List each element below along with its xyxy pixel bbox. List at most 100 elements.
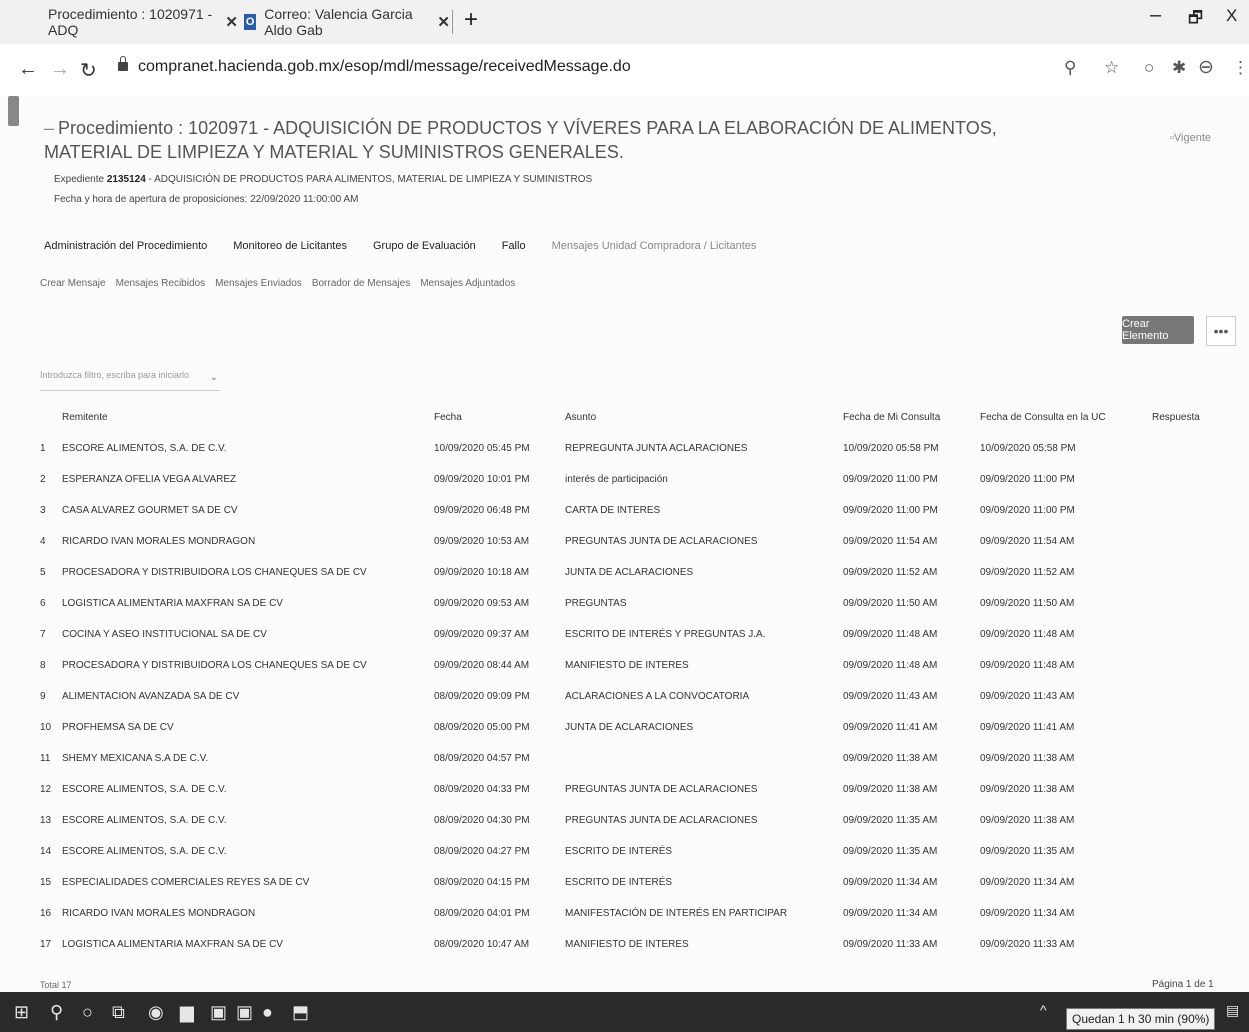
close-tab-icon[interactable]: ✕	[437, 13, 450, 31]
row-number: 12	[40, 784, 52, 795]
row-number: 1	[40, 443, 46, 454]
close-tab-icon[interactable]: ✕	[225, 13, 238, 31]
filter-input[interactable]: Introduzca filtro, escriba para iniciarl…	[40, 370, 220, 391]
table-row[interactable]: 9 ALIMENTACION AVANZADA SA DE CV 08/09/202…	[0, 691, 1249, 722]
header-asunto[interactable]: Asunto	[565, 412, 596, 423]
table-row[interactable]: 5 PROCESADORA Y DISTRIBUIDORA LOS CHANEQU…	[0, 567, 1249, 598]
table-row[interactable]: 12 ESCORE ALIMENTOS, S.A. DE C.V. 08/09/20…	[0, 784, 1249, 815]
search-icon[interactable]: ⚲	[50, 1002, 63, 1023]
cell-mi-consulta: 09/09/2020 11:34 AM	[843, 877, 938, 888]
subnav-enviados[interactable]: Mensajes Enviados	[215, 278, 302, 289]
cell-mi-consulta: 09/09/2020 11:38 AM	[843, 753, 938, 764]
expediente-number: 2135124	[106, 174, 146, 185]
cell-remitente: ESCORE ALIMENTOS, S.A. DE C.V.	[62, 815, 227, 826]
row-number: 14	[40, 846, 52, 857]
more-options-button[interactable]: •••	[1206, 316, 1236, 346]
scrollbar-thumb[interactable]	[8, 96, 19, 126]
table-row[interactable]: 15 ESPECIALIDADES COMERCIALES REYES SA DE…	[0, 877, 1249, 908]
table-row[interactable]: 16 RICARDO IVAN MORALES MONDRAGON 08/09/20…	[0, 908, 1249, 939]
table-row[interactable]: 8 PROCESADORA Y DISTRIBUIDORA LOS CHANEQU…	[0, 660, 1249, 691]
table-row[interactable]: 6 LOGISTICA ALIMENTARIA MAXFRAN SA DE CV 0…	[0, 598, 1249, 629]
subnav-adjuntados[interactable]: Mensajes Adjuntados	[420, 278, 515, 289]
row-number: 10	[40, 722, 52, 733]
cell-consulta-uc: 09/09/2020 11:00 PM	[980, 505, 1075, 516]
cell-consulta-uc: 09/09/2020 11:48 AM	[980, 629, 1075, 640]
cell-remitente: PROCESADORA Y DISTRIBUIDORA LOS CHANEQUE…	[62, 567, 367, 578]
close-window-icon[interactable]: X	[1226, 6, 1237, 26]
table-row[interactable]: 3 CASA ALVAREZ GOURMET SA DE CV 09/09/2020…	[0, 505, 1249, 536]
cell-remitente: LOGISTICA ALIMENTARIA MAXFRAN SA DE CV	[62, 939, 283, 950]
cell-asunto: PREGUNTAS	[565, 598, 627, 609]
chevron-down-icon[interactable]: ⌄	[210, 372, 218, 383]
new-tab-icon[interactable]: +	[464, 6, 478, 34]
table-row[interactable]: 17 LOGISTICA ALIMENTARIA MAXFRAN SA DE CV…	[0, 939, 1249, 970]
cell-fecha: 10/09/2020 05:45 PM	[434, 443, 530, 454]
header-mi-consulta[interactable]: Fecha de Mi Consulta	[843, 412, 940, 423]
subnav-borrador[interactable]: Borrador de Mensajes	[312, 278, 410, 289]
status-badge: ▫Vigente	[1170, 132, 1212, 144]
subnav-recibidos[interactable]: Mensajes Recibidos	[116, 278, 206, 289]
bookmark-star-icon[interactable]: ☆	[1104, 58, 1119, 78]
row-number: 15	[40, 877, 52, 888]
task-view-icon[interactable]: ⧉	[112, 1002, 125, 1023]
row-number: 5	[40, 567, 46, 578]
subnav-crear-mensaje[interactable]: Crear Mensaje	[40, 278, 106, 289]
header-remitente[interactable]: Remitente	[62, 412, 108, 423]
table-row[interactable]: 13 ESCORE ALIMENTOS, S.A. DE C.V. 08/09/20…	[0, 815, 1249, 846]
table-row[interactable]: 11 SHEMY MEXICANA S.A DE C.V. 08/09/2020 0…	[0, 753, 1249, 784]
cell-remitente: ESPERANZA OFELIA VEGA ALVAREZ	[62, 474, 237, 485]
header-consulta-uc[interactable]: Fecha de Consulta en la UC	[980, 412, 1106, 423]
table-row[interactable]: 2 ESPERANZA OFELIA VEGA ALVAREZ 09/09/2020…	[0, 474, 1249, 505]
back-icon[interactable]: ←	[18, 58, 38, 81]
menu-icon[interactable]: ⋮	[1232, 58, 1249, 78]
table-row[interactable]: 4 RICARDO IVAN MORALES MONDRAGON 09/09/202…	[0, 536, 1249, 567]
tab-procedimiento[interactable]: Procedimiento : 1020971 - ADQ ✕	[48, 6, 238, 38]
url-field[interactable]: compranet.hacienda.gob.mx/esop/mdl/messa…	[138, 58, 631, 76]
reload-icon[interactable]: ↻	[80, 58, 97, 83]
table-row[interactable]: 14 ESCORE ALIMENTOS, S.A. DE C.V. 08/09/20…	[0, 846, 1249, 877]
cell-remitente: ESCORE ALIMENTOS, S.A. DE C.V.	[62, 443, 227, 454]
row-number: 16	[40, 908, 52, 919]
nav-fallo[interactable]: Fallo	[502, 240, 526, 252]
app-icon[interactable]: ●	[262, 1002, 273, 1023]
file-explorer-icon[interactable]: ▆	[180, 1002, 194, 1023]
cell-remitente: ESCORE ALIMENTOS, S.A. DE C.V.	[62, 784, 227, 795]
notifications-icon[interactable]: ▤	[1226, 1002, 1239, 1019]
minimize-icon[interactable]: –	[1150, 4, 1161, 27]
tab-correo[interactable]: O Correo: Valencia Garcia Aldo Gab ✕	[244, 6, 450, 38]
windows-start-icon[interactable]: ⊞	[14, 1002, 29, 1023]
nav-mensajes[interactable]: Mensajes Unidad Compradora / Licitantes	[552, 240, 757, 252]
header-respuesta[interactable]: Respuesta	[1152, 412, 1200, 423]
cell-asunto: REPREGUNTA JUNTA ACLARACIONES	[565, 443, 748, 454]
cell-mi-consulta: 09/09/2020 11:33 AM	[843, 939, 938, 950]
chrome-icon[interactable]: ◉	[148, 1002, 164, 1023]
cell-fecha: 09/09/2020 06:48 PM	[434, 505, 530, 516]
excel-icon[interactable]: ▣	[210, 1002, 227, 1023]
outlook-icon: O	[244, 14, 257, 30]
cell-remitente: ALIMENTACION AVANZADA SA DE CV	[62, 691, 240, 702]
header-fecha[interactable]: Fecha	[434, 412, 462, 423]
word-icon[interactable]: ▣	[236, 1002, 253, 1023]
table-row[interactable]: 10 PROFHEMSA SA DE CV 08/09/2020 05:00 PM J…	[0, 722, 1249, 753]
crear-elemento-button[interactable]: Crear Elemento	[1122, 316, 1194, 344]
procedure-title: Procedimiento : 1020971 - ADQUISICIÓN DE…	[44, 118, 997, 162]
zoom-icon[interactable]: ⚲	[1064, 58, 1076, 78]
cell-mi-consulta: 09/09/2020 11:48 AM	[843, 629, 938, 640]
table-row[interactable]: 1 ESCORE ALIMENTOS, S.A. DE C.V. 10/09/202…	[0, 443, 1249, 474]
nav-monitoreo[interactable]: Monitoreo de Licitantes	[233, 240, 347, 252]
cell-consulta-uc: 10/09/2020 05:58 PM	[980, 443, 1076, 454]
cell-fecha: 09/09/2020 08:44 AM	[434, 660, 530, 671]
nav-administracion[interactable]: Administración del Procedimiento	[44, 240, 207, 252]
restore-icon[interactable]: 🗗	[1188, 7, 1203, 34]
forward-icon[interactable]: →	[50, 58, 70, 81]
nav-grupo-evaluacion[interactable]: Grupo de Evaluación	[373, 240, 476, 252]
store-icon[interactable]: ⬒	[292, 1002, 309, 1023]
tray-chevron-icon[interactable]: ^	[1040, 1002, 1047, 1018]
profile-icon[interactable]: ⊖	[1198, 56, 1214, 79]
cell-fecha: 08/09/2020 04:57 PM	[434, 753, 530, 764]
table-row[interactable]: 7 COCINA Y ASEO INSTITUCIONAL SA DE CV 09/…	[0, 629, 1249, 660]
collapse-icon[interactable]: –	[44, 118, 54, 138]
cortana-icon[interactable]: ○	[82, 1002, 93, 1023]
puzzle-icon[interactable]: ✱	[1172, 58, 1186, 78]
extension-icon[interactable]: ○	[1144, 58, 1154, 78]
